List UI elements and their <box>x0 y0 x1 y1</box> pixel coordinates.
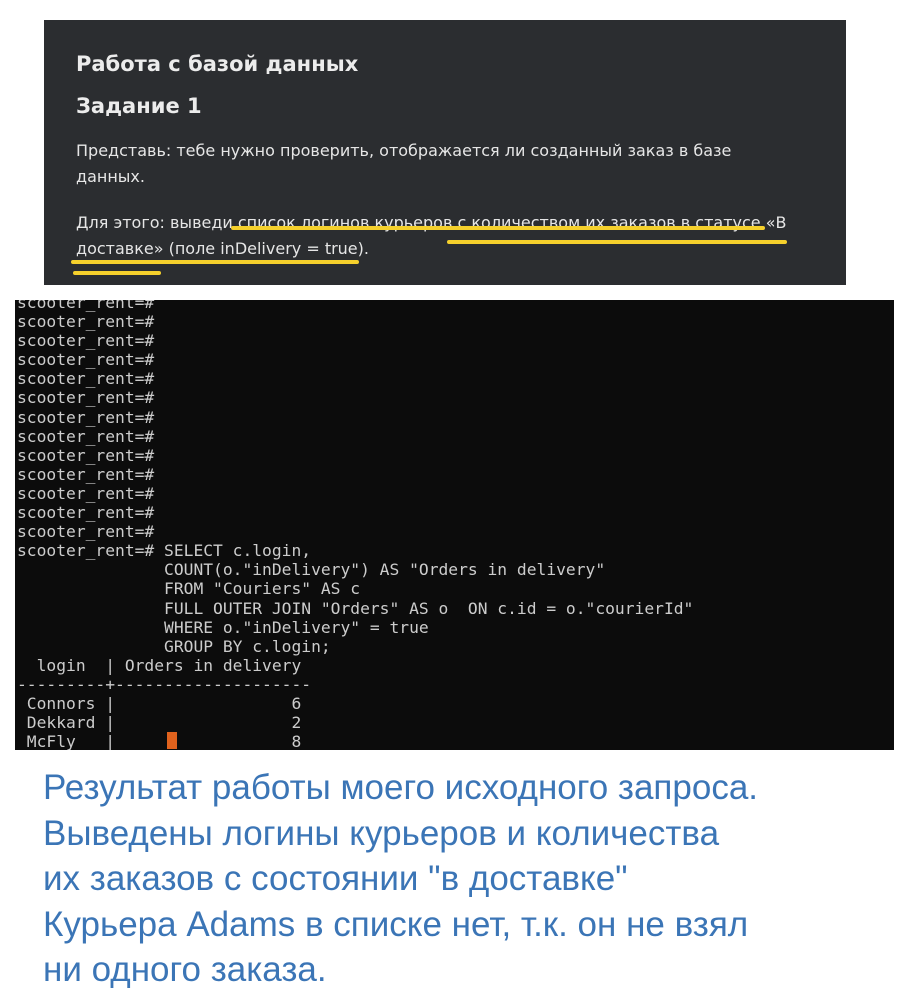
terminal-line: scooter_rent=# <box>17 407 155 427</box>
terminal-line: scooter_rent=# <box>17 445 155 465</box>
terminal-line: login | Orders in delivery <box>17 655 302 675</box>
terminal-line: McFly | 8 <box>17 732 302 750</box>
terminal-line: scooter_rent=# <box>17 312 155 332</box>
task-paragraph-2: Для этого: выведи список логинов курьеро… <box>76 213 787 258</box>
highlight-underline <box>71 260 359 264</box>
caption-line: Выведены логины курьеров и количества <box>43 813 720 853</box>
terminal-line: ---------+-------------------- <box>17 674 312 694</box>
caption-line: Результат работы моего исходного запроса… <box>43 768 759 807</box>
terminal-window[interactable]: scooter_rent=# scooter_rent=# scooter_rent… <box>15 300 894 750</box>
highlight-underline <box>231 226 765 230</box>
terminal-line: scooter_rent=# <box>17 388 155 408</box>
caption-line: их заказов с состоянии "в доставке" <box>43 859 628 898</box>
terminal-line: COUNT(o."inDelivery") AS "Orders in deli… <box>17 560 606 580</box>
terminal-line: FROM "Couriers" AS c <box>17 579 361 599</box>
terminal-line: WHERE o."inDelivery" = true <box>17 617 429 637</box>
terminal-line: scooter_rent=# <box>17 426 155 446</box>
terminal-line: scooter_rent=# <box>17 300 155 312</box>
terminal-line: scooter_rent=# <box>17 369 155 389</box>
terminal-line: scooter_rent=# <box>17 464 155 484</box>
highlight-underline <box>447 240 787 244</box>
terminal-line: Connors | 6 <box>17 693 302 713</box>
terminal-line: GROUP BY c.login; <box>17 636 331 656</box>
task-subtitle: Задание 1 <box>76 94 202 118</box>
caption-line: ни одного заказа. <box>43 950 327 989</box>
caption: Результат работы моего исходного запроса… <box>43 765 903 993</box>
terminal-line: scooter_rent=# <box>17 331 155 351</box>
terminal-line: FULL OUTER JOIN "Orders" AS o ON c.id = … <box>17 598 694 618</box>
terminal-line: scooter_rent=# <box>17 522 155 542</box>
highlight-underline <box>73 271 161 275</box>
terminal-line: scooter_rent=# <box>17 483 155 503</box>
task-title: Работа с базой данных <box>76 52 359 76</box>
caption-line: Курьера Adams в списке нет, т.к. он не в… <box>43 904 749 944</box>
terminal-line: scooter_rent=# <box>17 503 155 523</box>
task-paragraph-1: Представь: тебе нужно проверить, отображ… <box>76 141 732 186</box>
task-card: Работа с базой данных Задание 1 Представ… <box>44 20 846 285</box>
terminal-cursor <box>167 732 177 749</box>
terminal-line: Dekkard | 2 <box>17 713 302 733</box>
terminal-line: scooter_rent=# <box>17 350 155 370</box>
terminal-output: scooter_rent=# scooter_rent=# scooter_rent… <box>17 300 693 750</box>
terminal-line: scooter_rent=# SELECT c.login, <box>17 541 312 561</box>
